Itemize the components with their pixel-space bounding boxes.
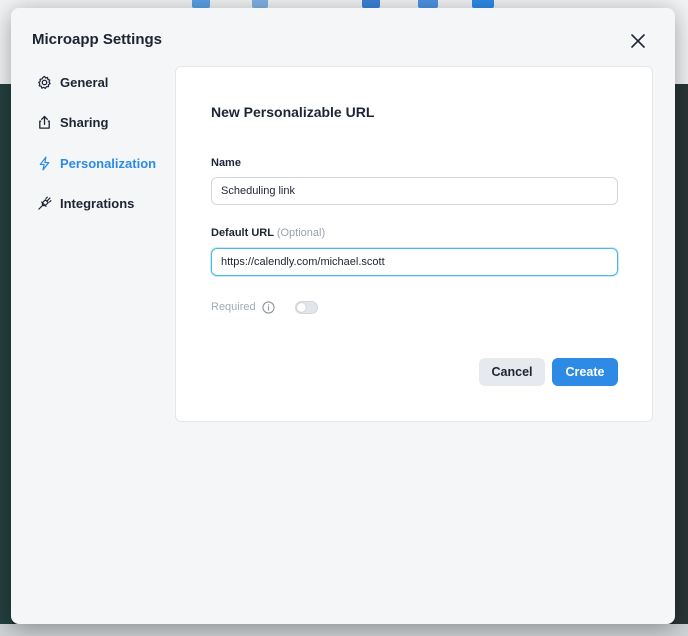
create-button[interactable]: Create: [552, 358, 618, 386]
nav-item-label: Sharing: [60, 114, 109, 130]
form-title: New Personalizable URL: [211, 104, 375, 120]
background-app-canvas-right: [674, 84, 688, 636]
plug-icon: [38, 196, 52, 210]
nav-item-personalization[interactable]: Personalization: [37, 152, 156, 174]
background-toolbar-icon: [362, 0, 380, 8]
background-toolbar-icon: [252, 0, 268, 8]
microapp-settings-modal: Microapp Settings General Sharing Person…: [11, 8, 675, 624]
nav-item-label: Personalization: [60, 155, 157, 171]
nav-item-general[interactable]: General: [37, 71, 108, 93]
lightning-icon: [39, 156, 50, 170]
default-url-label-text: Default URL: [211, 227, 274, 239]
required-label: Required: [211, 301, 256, 313]
nav-item-label: Integrations: [60, 195, 135, 211]
personalizable-url-form: New Personalizable URL Name Default URL …: [175, 66, 653, 422]
background-app-footer: [0, 624, 688, 636]
nav-item-integrations[interactable]: Integrations: [37, 192, 134, 214]
background-toolbar-icon: [418, 0, 438, 8]
cancel-button[interactable]: Cancel: [479, 358, 545, 386]
optional-hint: (Optional): [276, 227, 326, 239]
close-button[interactable]: [627, 30, 649, 52]
nav-item-label: General: [60, 74, 109, 90]
toggle-knob: [296, 302, 306, 312]
name-input[interactable]: [211, 177, 618, 205]
gear-icon: [38, 75, 51, 89]
nav-item-sharing[interactable]: Sharing: [37, 111, 108, 133]
modal-title: Microapp Settings: [32, 31, 163, 48]
background-toolbar-icon: [472, 0, 494, 8]
required-toggle[interactable]: [294, 300, 318, 314]
background-toolbar-icon: [192, 0, 210, 8]
share-icon: [39, 115, 50, 129]
default-url-input[interactable]: [211, 248, 618, 276]
required-setting: Required: [211, 299, 318, 315]
default-url-label: Default URL (Optional): [211, 227, 325, 239]
close-icon: [631, 34, 645, 48]
name-label: Name: [211, 157, 241, 169]
info-icon[interactable]: [262, 300, 275, 314]
